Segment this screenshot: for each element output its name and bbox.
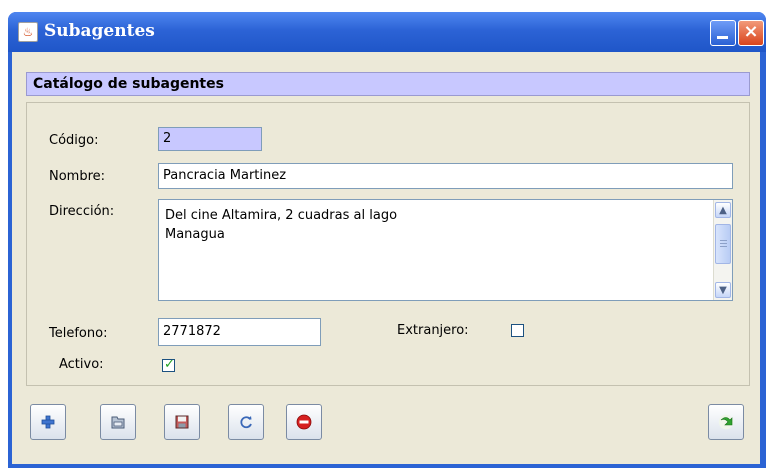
scroll-down-icon[interactable]: ▼: [715, 282, 731, 298]
window-title: Subagentes: [44, 21, 155, 41]
direccion-label: Dirección:: [49, 204, 115, 219]
folder-icon: [111, 416, 125, 429]
catalog-header: Catálogo de subagentes: [26, 72, 750, 96]
minus-circle-icon: [296, 414, 312, 430]
catalog-title: Catálogo de subagentes: [33, 76, 224, 92]
direccion-line-2: Managua: [165, 227, 225, 242]
open-button[interactable]: [100, 404, 136, 440]
delete-button[interactable]: [286, 404, 322, 440]
direccion-scrollbar[interactable]: ▲ ▼: [713, 200, 732, 300]
java-cup-icon: ♨: [18, 22, 38, 42]
refresh-button[interactable]: [228, 404, 264, 440]
extranjero-label: Extranjero:: [397, 323, 469, 338]
nombre-label: Nombre:: [49, 169, 106, 184]
direccion-textarea[interactable]: Del cine Altamira, 2 cuadras al lago Man…: [158, 199, 733, 301]
close-button[interactable]: ×: [738, 20, 764, 46]
direccion-line-1: Del cine Altamira, 2 cuadras al lago: [165, 208, 398, 223]
green-arrow-icon: [718, 414, 734, 430]
extranjero-checkbox[interactable]: [511, 324, 524, 337]
minimize-button[interactable]: [710, 20, 736, 46]
exit-button[interactable]: [708, 404, 744, 440]
scroll-up-icon[interactable]: ▲: [715, 202, 731, 218]
save-button[interactable]: [164, 404, 200, 440]
window: ♨ Subagentes × Catálogo de subagentes Có…: [8, 12, 766, 468]
content-panel: Catálogo de subagentes Código: 2 Nombre:…: [12, 52, 760, 464]
nombre-field[interactable]: Pancracia Martinez: [158, 163, 733, 189]
codigo-field[interactable]: 2: [158, 127, 262, 151]
form-panel: Código: 2 Nombre: Pancracia Martinez Dir…: [26, 102, 750, 386]
refresh-icon: [240, 416, 252, 429]
scroll-thumb[interactable]: [715, 224, 731, 264]
activo-checkbox[interactable]: ✓: [162, 357, 175, 372]
check-mark-icon: ✓: [164, 357, 175, 372]
activo-label: Activo:: [59, 357, 104, 372]
floppy-disk-icon: [175, 415, 189, 429]
add-button[interactable]: [30, 404, 66, 440]
title-bar[interactable]: ♨ Subagentes ×: [8, 12, 766, 52]
telefono-label: Telefono:: [49, 326, 108, 341]
telefono-field[interactable]: 2771872: [158, 318, 321, 346]
codigo-label: Código:: [49, 133, 99, 148]
plus-icon: [41, 415, 55, 429]
